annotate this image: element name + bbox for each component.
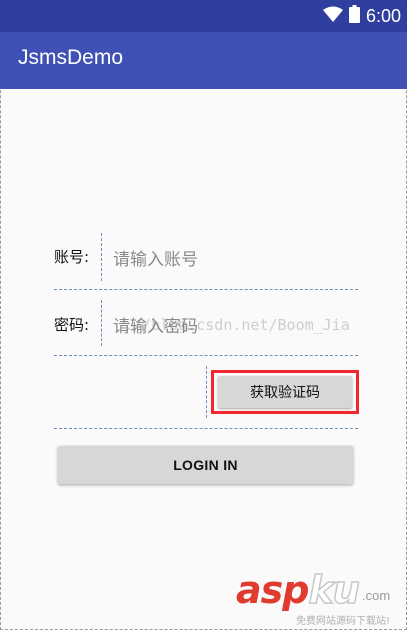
site-logo: aspku .com 免费网站源码下载站! bbox=[236, 567, 404, 628]
account-underline bbox=[54, 289, 358, 290]
account-divider bbox=[101, 233, 102, 281]
battery-icon bbox=[348, 5, 360, 27]
password-underline bbox=[54, 355, 358, 356]
logo-ku: ku bbox=[308, 567, 361, 613]
code-divider bbox=[206, 366, 207, 418]
app-bar: JsmsDemo bbox=[0, 32, 407, 89]
app-title: JsmsDemo bbox=[18, 46, 124, 69]
password-label: 密码: bbox=[54, 316, 90, 334]
logo-tagline: 免费网站源码下载站! bbox=[296, 616, 391, 627]
status-time: 6:00 bbox=[365, 5, 401, 26]
account-label: 账号: bbox=[54, 248, 90, 266]
code-underline bbox=[54, 428, 358, 429]
logo-asp: asp bbox=[236, 568, 309, 612]
logo-suffix: .com bbox=[362, 588, 391, 603]
login-button[interactable]: LOGIN IN bbox=[58, 446, 353, 484]
wifi-icon bbox=[322, 6, 343, 26]
password-divider bbox=[101, 300, 102, 346]
status-bar: 6:00 bbox=[0, 0, 407, 32]
watermark: ://blog.csdn.net/Boom_Jia bbox=[124, 316, 350, 334]
logo-main: aspku bbox=[236, 567, 361, 613]
get-code-button[interactable]: 获取验证码 bbox=[218, 376, 352, 408]
status-icons: 6:00 bbox=[322, 4, 401, 28]
account-input[interactable]: 请输入账号 bbox=[113, 245, 198, 270]
